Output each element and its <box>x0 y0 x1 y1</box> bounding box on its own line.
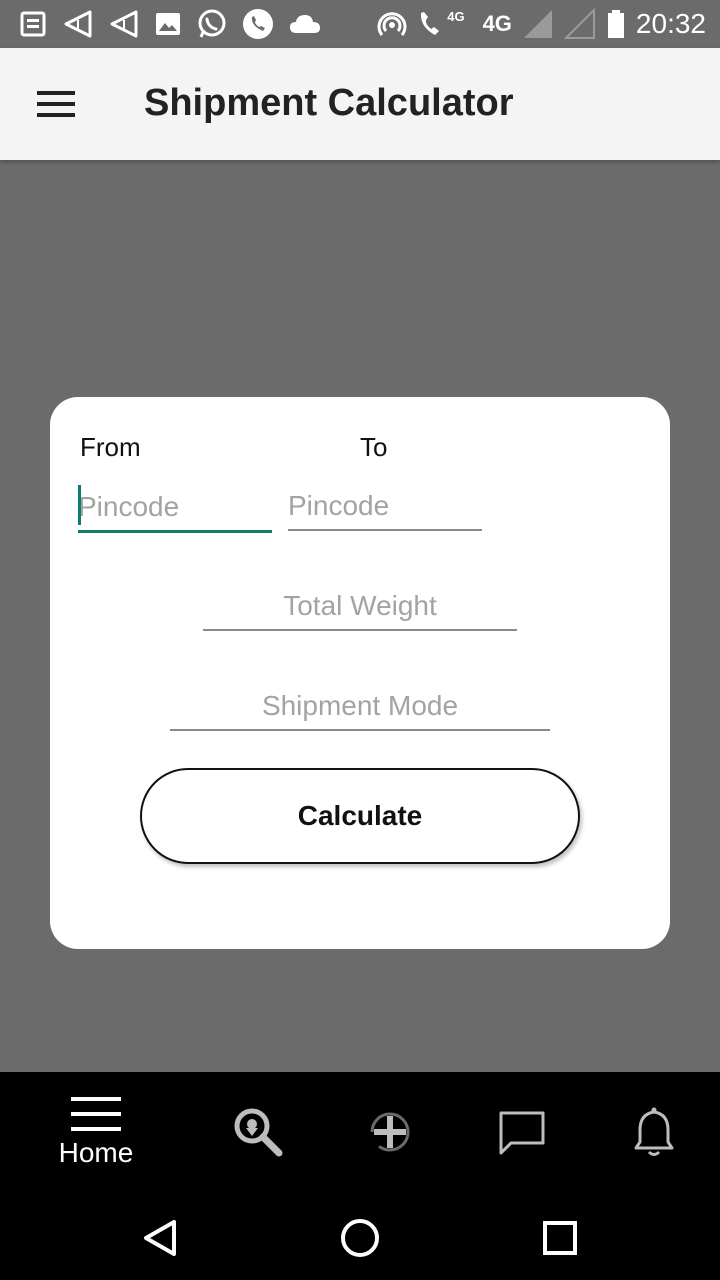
nav-item-add[interactable] <box>354 1072 426 1192</box>
bell-icon <box>634 1107 674 1156</box>
network-type: 4G <box>482 11 512 36</box>
calculate-button[interactable]: Calculate <box>140 768 580 864</box>
from-pincode-input[interactable] <box>78 483 272 533</box>
to-pincode-input[interactable] <box>288 483 482 531</box>
recent-apps-icon <box>543 1221 577 1255</box>
search-location-icon <box>234 1108 283 1157</box>
app-bar: Shipment Calculator <box>0 48 720 160</box>
system-navigation-bar <box>0 1192 720 1280</box>
hotspot-icon <box>377 9 407 39</box>
shipment-form-card: From To Calculate <box>50 397 670 949</box>
page-title: Shipment Calculator <box>144 82 514 124</box>
from-label: From <box>80 432 141 462</box>
menu-button[interactable] <box>28 78 84 130</box>
nav-item-notifications[interactable] <box>618 1072 690 1192</box>
cloud-icon <box>288 11 322 37</box>
home-icon <box>341 1219 379 1257</box>
total-weight-input[interactable] <box>203 583 517 631</box>
signal-icon <box>563 8 596 40</box>
shipment-mode-input[interactable] <box>170 683 550 731</box>
network-type-small: 4G <box>447 8 465 24</box>
news-icon <box>18 9 48 39</box>
system-back-button[interactable] <box>132 1210 188 1266</box>
add-circle-icon <box>370 1112 410 1152</box>
image-icon <box>154 10 182 38</box>
wifi-calling-icon <box>417 9 445 39</box>
nav-item-search[interactable] <box>222 1072 294 1192</box>
status-bar: 4G 4G 20:32 <box>0 0 720 48</box>
nav-item-home[interactable]: Home <box>40 1072 152 1192</box>
send-icon <box>108 8 140 40</box>
to-label: To <box>360 432 388 462</box>
text-cursor <box>78 485 81 525</box>
nav-item-label: Home <box>58 1137 134 1168</box>
back-icon <box>144 1220 176 1256</box>
signal-icon <box>522 8 554 40</box>
system-home-button[interactable] <box>332 1210 388 1266</box>
battery-icon <box>606 9 626 39</box>
bottom-navigation: Home <box>0 1072 720 1192</box>
menu-icon <box>37 91 75 117</box>
menu-icon <box>71 1097 121 1131</box>
clock: 20:32 <box>635 8 706 39</box>
phone-icon <box>242 8 274 40</box>
chat-icon <box>499 1111 545 1155</box>
status-notification-icons <box>18 6 322 42</box>
system-recent-apps-button[interactable] <box>532 1210 588 1266</box>
send-icon <box>62 8 94 40</box>
nav-item-chat[interactable] <box>486 1072 558 1192</box>
whatsapp-icon <box>196 8 228 40</box>
status-system-icons: 4G 4G 20:32 <box>377 6 706 42</box>
